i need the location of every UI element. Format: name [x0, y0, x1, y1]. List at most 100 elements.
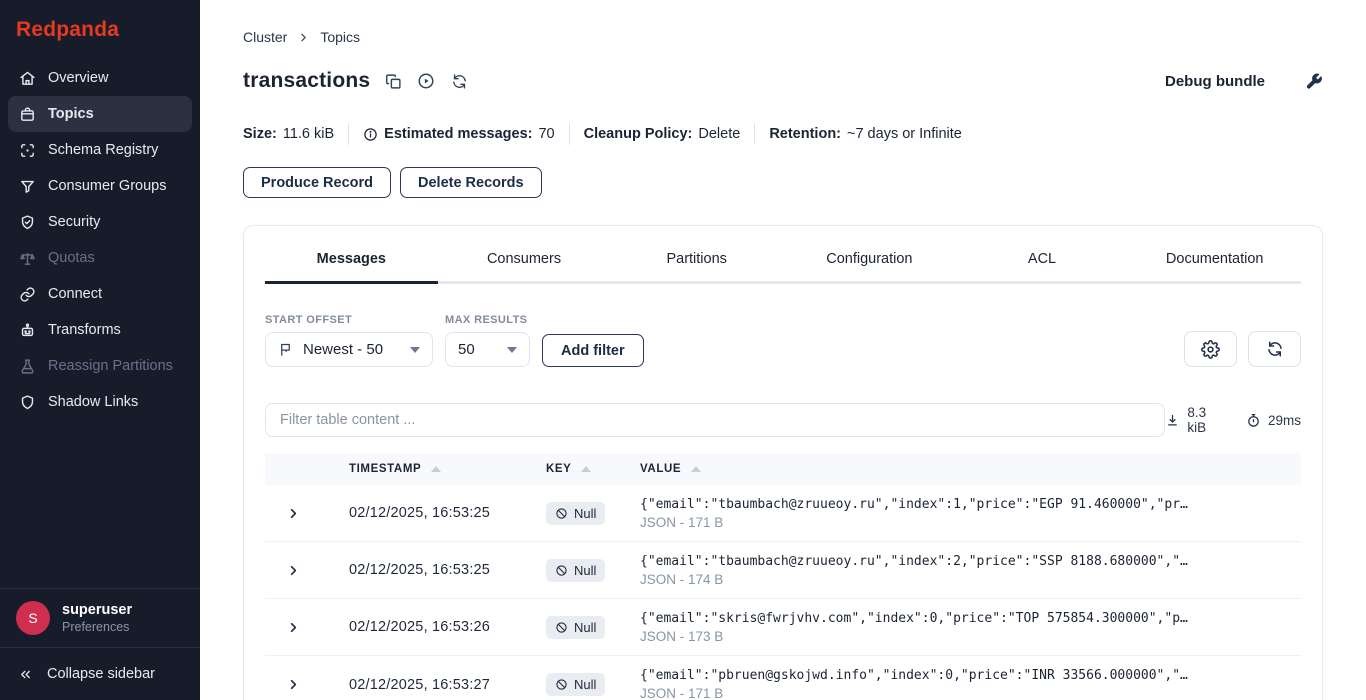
- tab-documentation[interactable]: Documentation: [1128, 251, 1302, 284]
- start-offset-label: START OFFSET: [265, 314, 353, 326]
- topic-stats: Size: 11.6 kiB Estimated messages: 70 Cl…: [243, 123, 1323, 145]
- message-timestamp: 02/12/2025, 16:53:25: [349, 562, 491, 578]
- value-json-preview: {"email":"tbaumbach@zruueoy.ru","index":…: [640, 496, 1188, 512]
- breadcrumb-topics[interactable]: Topics: [320, 29, 360, 45]
- stat-size: Size: 11.6 kiB: [243, 126, 334, 142]
- stat-label: Estimated messages:: [384, 126, 533, 142]
- collapse-sidebar-label: Collapse sidebar: [47, 666, 156, 682]
- sidebar-item-shadow-links[interactable]: Shadow Links: [8, 384, 192, 420]
- sidebar-nav: Overview Topics Schema Registry Consumer…: [0, 56, 200, 588]
- sort-icon[interactable]: [581, 466, 592, 472]
- play-topic-icon[interactable]: [417, 72, 435, 90]
- add-filter-button[interactable]: Add filter: [542, 334, 644, 367]
- tab-partitions[interactable]: Partitions: [610, 251, 784, 284]
- flag-icon: [278, 342, 293, 357]
- sidebar-item-overview[interactable]: Overview: [8, 60, 192, 96]
- stat-retention: Retention: ~7 days or Infinite: [769, 126, 962, 142]
- messages-panel: START OFFSET Newest - 50 MAX RESULTS 50 …: [244, 314, 1322, 700]
- tab-configuration[interactable]: Configuration: [783, 251, 956, 284]
- sidebar-item-connect[interactable]: Connect: [8, 276, 192, 312]
- sort-icon[interactable]: [431, 466, 442, 472]
- stat-divider: [348, 123, 350, 145]
- sidebar-item-transforms[interactable]: Transforms: [8, 312, 192, 348]
- stat-label: Retention:: [769, 126, 841, 142]
- topics-box-icon: [18, 105, 36, 123]
- collapse-sidebar-button[interactable]: Collapse sidebar: [0, 648, 200, 700]
- null-label: Null: [574, 619, 597, 635]
- col-label: KEY: [546, 463, 572, 475]
- null-badge: Null: [546, 558, 606, 582]
- max-results-select[interactable]: 50: [445, 332, 530, 367]
- produce-record-button[interactable]: Produce Record: [243, 167, 391, 198]
- table-row[interactable]: 02/12/2025, 16:53:25 Null {"email":"tbau…: [265, 542, 1301, 599]
- message-key: Null: [534, 673, 632, 696]
- value-json-preview: {"email":"skris@fwrjvhv.com","index":0,"…: [640, 610, 1188, 626]
- expand-row-icon[interactable]: [265, 620, 321, 635]
- stat-label: Size:: [243, 126, 277, 142]
- sidebar-item-reassign-partitions[interactable]: Reassign Partitions: [8, 348, 192, 384]
- chevron-down-icon: [507, 346, 517, 353]
- action-buttons: Produce Record Delete Records: [243, 167, 1323, 198]
- sidebar-item-label: Quotas: [48, 250, 95, 266]
- debug-bundle-link[interactable]: Debug bundle: [1165, 73, 1265, 90]
- tab-consumers[interactable]: Consumers: [437, 251, 611, 284]
- breadcrumb: Cluster Topics: [243, 29, 1323, 45]
- sidebar-item-label: Security: [48, 214, 101, 230]
- stat-cleanup-policy: Cleanup Policy: Delete: [584, 126, 741, 142]
- delete-records-button[interactable]: Delete Records: [400, 167, 542, 198]
- sidebar-item-quotas[interactable]: Quotas: [8, 240, 192, 276]
- sidebar-item-schema-registry[interactable]: Schema Registry: [8, 132, 192, 168]
- tab-acl[interactable]: ACL: [955, 251, 1129, 284]
- col-header-timestamp[interactable]: TIMESTAMP: [321, 463, 534, 475]
- table-row[interactable]: 02/12/2025, 16:53:27 Null {"email":"pbru…: [265, 656, 1301, 700]
- chevron-down-icon: [410, 346, 420, 353]
- breadcrumb-cluster[interactable]: Cluster: [243, 29, 287, 45]
- sort-icon[interactable]: [691, 466, 702, 472]
- expand-row-icon[interactable]: [265, 506, 321, 521]
- expand-row-icon[interactable]: [265, 563, 321, 578]
- table-settings-button[interactable]: [1184, 331, 1237, 367]
- start-offset-select[interactable]: Newest - 50: [265, 332, 433, 367]
- message-value: {"email":"pbruen@gskojwd.info","index":0…: [632, 660, 1301, 700]
- user-profile[interactable]: S superuser Preferences: [0, 589, 200, 647]
- null-badge: Null: [546, 673, 606, 696]
- sidebar-item-label: Consumer Groups: [48, 178, 167, 194]
- null-label: Null: [574, 562, 597, 578]
- col-label: TIMESTAMP: [349, 463, 422, 475]
- col-header-key[interactable]: KEY: [534, 463, 632, 475]
- table-header: TIMESTAMP KEY VALUE: [265, 453, 1301, 485]
- refresh-icon: [1266, 340, 1284, 358]
- home-icon: [18, 69, 36, 87]
- start-offset-group: START OFFSET Newest - 50: [265, 314, 433, 367]
- fetch-time: 29ms: [1267, 412, 1301, 428]
- sidebar-item-label: Reassign Partitions: [48, 358, 173, 374]
- message-value: {"email":"tbaumbach@zruueoy.ru","index":…: [632, 489, 1301, 538]
- filter-table-input[interactable]: [265, 403, 1166, 437]
- col-header-value[interactable]: VALUE: [632, 463, 1301, 475]
- tab-messages[interactable]: Messages: [265, 251, 438, 284]
- link-icon: [18, 285, 36, 303]
- message-value: {"email":"tbaumbach@zruueoy.ru","index":…: [632, 546, 1301, 595]
- message-timestamp: 02/12/2025, 16:53:25: [349, 505, 491, 521]
- stat-value: 11.6 kiB: [282, 126, 335, 142]
- sidebar-item-consumer-groups[interactable]: Consumer Groups: [8, 168, 192, 204]
- value-meta: JSON - 171 B: [640, 686, 724, 700]
- fetched-size: 8.3 kiB: [1187, 405, 1207, 435]
- sidebar-item-security[interactable]: Security: [8, 204, 192, 240]
- copy-topic-name-icon[interactable]: [384, 72, 402, 90]
- wrench-icon[interactable]: [1305, 72, 1323, 90]
- user-name: superuser: [62, 602, 133, 618]
- table-row[interactable]: 02/12/2025, 16:53:25 Null {"email":"tbau…: [265, 485, 1301, 542]
- user-preferences-link[interactable]: Preferences: [62, 620, 132, 634]
- refresh-messages-button[interactable]: [1248, 331, 1301, 367]
- sidebar-item-label: Shadow Links: [48, 394, 139, 410]
- refresh-topic-icon[interactable]: [450, 72, 468, 90]
- stat-divider: [568, 123, 570, 145]
- sidebar-item-topics[interactable]: Topics: [8, 96, 192, 132]
- main-content: Cluster Topics transactions Debug bundle…: [200, 0, 1366, 700]
- value-meta: JSON - 174 B: [640, 571, 724, 587]
- stat-divider: [754, 123, 756, 145]
- table-row[interactable]: 02/12/2025, 16:53:26 Null {"email":"skri…: [265, 599, 1301, 656]
- stat-value: Delete: [698, 126, 741, 142]
- expand-row-icon[interactable]: [265, 677, 321, 692]
